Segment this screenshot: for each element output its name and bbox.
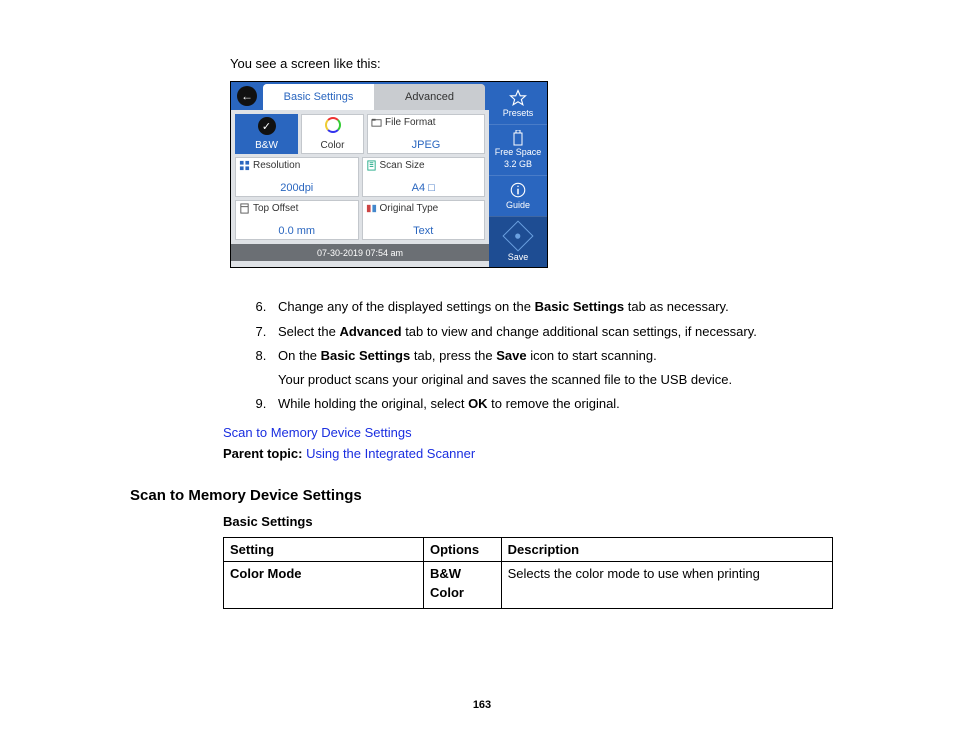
original-type-tile[interactable]: Original Type Text: [362, 200, 486, 240]
presets-label: Presets: [503, 109, 534, 119]
cell-description: Selects the color mode to use when print…: [501, 561, 832, 608]
guide-label: Guide: [506, 201, 530, 211]
original-type-value: Text: [366, 225, 482, 237]
list-item: While holding the original, select OK to…: [270, 395, 834, 413]
folder-icon: [371, 117, 382, 128]
parent-topic-label: Parent topic:: [223, 446, 302, 461]
resolution-tile[interactable]: Resolution 200dpi: [235, 157, 359, 197]
link-parent-topic[interactable]: Using the Integrated Scanner: [306, 446, 475, 461]
usb-icon: [512, 130, 524, 146]
scan-size-value: A4 □: [366, 182, 482, 194]
back-button[interactable]: ←: [231, 82, 263, 110]
list-item: On the Basic Settings tab, press the Sav…: [270, 347, 834, 389]
col-description: Description: [501, 537, 832, 561]
resolution-value: 200dpi: [239, 182, 355, 194]
device-screenshot: ← Basic Settings Advanced ✓ B&W: [230, 81, 548, 268]
free-space-indicator: Free Space 3.2 GB: [489, 124, 547, 175]
scan-size-label: Scan Size: [380, 160, 425, 171]
list-item: Change any of the displayed settings on …: [270, 298, 834, 316]
top-offset-value: 0.0 mm: [239, 225, 355, 237]
color-label: Color: [305, 140, 360, 151]
link-scan-to-memory-settings[interactable]: Scan to Memory Device Settings: [223, 425, 412, 440]
settings-table: Setting Options Description Color Mode B…: [223, 537, 833, 609]
back-arrow-icon: ←: [237, 86, 257, 106]
tab-basic-settings[interactable]: Basic Settings: [263, 84, 374, 110]
resolution-label: Resolution: [253, 160, 300, 171]
list-item: Select the Advanced tab to view and chan…: [270, 323, 834, 341]
color-mode-bw-tile[interactable]: ✓ B&W: [235, 114, 298, 154]
cell-setting: Color Mode: [224, 561, 424, 608]
section-heading: Scan to Memory Device Settings: [130, 487, 834, 504]
original-type-icon: [366, 203, 377, 214]
status-bar-time: 07-30-2019 07:54 am: [231, 244, 489, 261]
substep-text: Your product scans your original and sav…: [278, 371, 834, 389]
presets-button[interactable]: Presets: [489, 82, 547, 124]
free-space-value: 3.2 GB: [504, 160, 532, 170]
intro-text: You see a screen like this:: [230, 56, 834, 71]
save-label: Save: [508, 253, 529, 263]
color-ring-icon: [325, 117, 341, 133]
file-format-value: JPEG: [371, 139, 481, 151]
table-subhead: Basic Settings: [223, 514, 834, 529]
table-row: Color Mode B&W Color Selects the color m…: [224, 561, 833, 608]
top-offset-tile[interactable]: Top Offset 0.0 mm: [235, 200, 359, 240]
bw-label: B&W: [239, 140, 294, 151]
save-button[interactable]: ● Save: [489, 216, 547, 268]
file-format-tile[interactable]: File Format JPEG: [367, 114, 485, 154]
page-number: 163: [130, 699, 834, 711]
diamond-icon: ●: [502, 220, 533, 251]
resolution-icon: [239, 160, 250, 171]
page-icon: □: [428, 182, 435, 194]
col-setting: Setting: [224, 537, 424, 561]
scan-size-tile[interactable]: Scan Size A4 □: [362, 157, 486, 197]
tab-advanced[interactable]: Advanced: [374, 84, 485, 110]
info-icon: [509, 181, 527, 199]
table-header-row: Setting Options Description: [224, 537, 833, 561]
free-space-label: Free Space: [495, 148, 542, 158]
col-options: Options: [424, 537, 502, 561]
top-offset-label: Top Offset: [253, 203, 298, 214]
guide-button[interactable]: Guide: [489, 175, 547, 216]
scan-size-icon: [366, 160, 377, 171]
original-type-label: Original Type: [380, 203, 439, 214]
check-icon: ✓: [258, 117, 276, 135]
cell-options: B&W Color: [424, 561, 502, 608]
color-mode-color-tile[interactable]: Color: [301, 114, 364, 154]
file-format-label: File Format: [385, 117, 436, 128]
offset-icon: [239, 203, 250, 214]
star-icon: [509, 89, 527, 107]
